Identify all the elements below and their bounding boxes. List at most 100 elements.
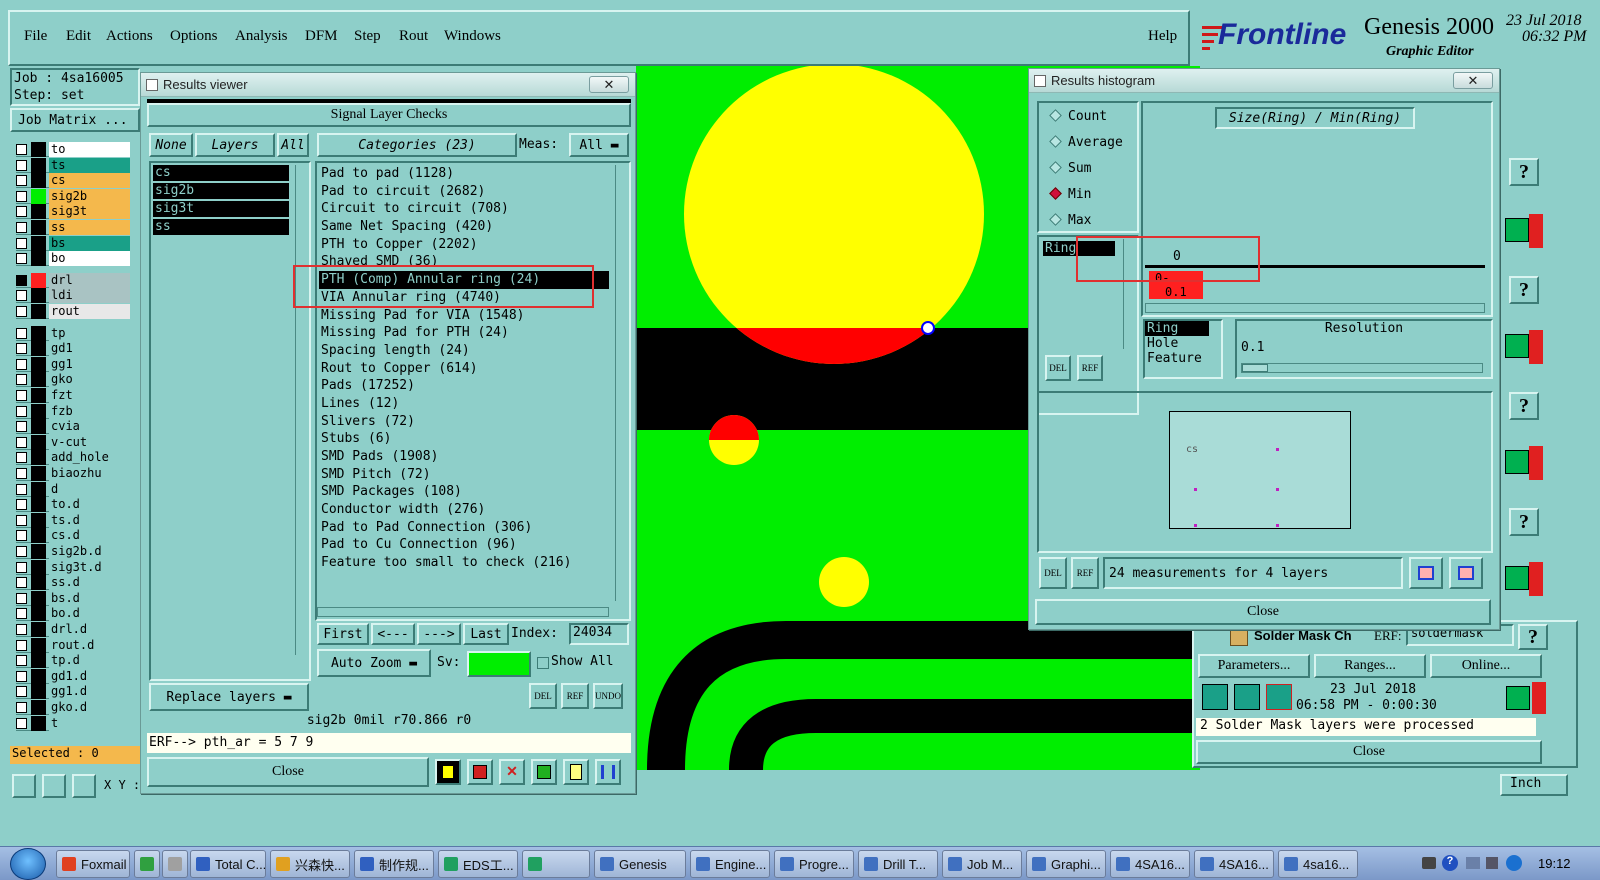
menu-file[interactable]: File	[24, 28, 47, 45]
result-layer-item[interactable]: sig3t	[153, 201, 289, 217]
layer-row-add_hole[interactable]: add_hole	[16, 450, 130, 466]
category-item[interactable]: Lines (12)	[319, 395, 609, 413]
next-button[interactable]: --->	[417, 623, 461, 645]
category-item[interactable]: Rout to Copper (614)	[319, 360, 609, 378]
layer-list-scrollbar[interactable]	[295, 165, 307, 655]
zoom-icon-1[interactable]	[1505, 218, 1529, 242]
layer-checkbox[interactable]	[16, 237, 27, 249]
category-item[interactable]: Missing Pad for PTH (24)	[319, 324, 609, 342]
layer-row-v-cut[interactable]: v-cut	[16, 434, 130, 450]
result-layer-item[interactable]: cs	[153, 165, 289, 181]
menu-step[interactable]: Step	[354, 28, 381, 45]
taskbar-item[interactable]: Graphi...	[1026, 850, 1106, 878]
layer-checkbox[interactable]	[16, 624, 27, 635]
taskbar-item[interactable]: Foxmail	[56, 850, 130, 878]
layer-row-ts.d[interactable]: ts.d	[16, 512, 130, 528]
taskbar-item[interactable]: 4sa16...	[1278, 850, 1358, 878]
solder-help-button[interactable]: ?	[1518, 624, 1548, 650]
taskbar-item[interactable]	[134, 850, 160, 878]
category-item[interactable]: Spacing length (24)	[319, 342, 609, 360]
menu-edit[interactable]: Edit	[66, 28, 91, 45]
show-all-checkbox[interactable]	[537, 657, 549, 669]
layer-checkbox[interactable]	[16, 390, 27, 401]
run-icon-1[interactable]	[1202, 684, 1228, 710]
menu-options[interactable]: Options	[170, 28, 218, 45]
measure-tool-icon[interactable]	[12, 774, 36, 798]
category-item[interactable]: Missing Pad for VIA (1548)	[319, 307, 609, 325]
categories-button[interactable]: Categories (23)	[317, 133, 517, 157]
layer-checkbox[interactable]	[16, 405, 27, 417]
solder-zoom-icon[interactable]	[1506, 686, 1530, 710]
tray-help-icon[interactable]: ?	[1442, 855, 1458, 871]
layer-row-sig3t.d[interactable]: sig3t.d	[16, 559, 130, 575]
layer-checkbox[interactable]	[16, 190, 27, 202]
help-query-button-2[interactable]: ?	[1509, 276, 1539, 304]
layer-row-bs.d[interactable]: bs.d	[16, 590, 130, 606]
help-query-button-4[interactable]: ?	[1509, 508, 1539, 536]
layer-checkbox[interactable]	[16, 421, 27, 433]
taskbar-item[interactable]: 4SA16...	[1194, 850, 1274, 878]
layer-checkbox[interactable]	[16, 702, 27, 713]
category-hscroll[interactable]	[317, 607, 609, 617]
replace-layers-button[interactable]: Replace layers ▬	[149, 683, 309, 711]
category-item[interactable]: SMD Pitch (72)	[319, 466, 609, 484]
result-layer-item[interactable]: ss	[153, 219, 289, 235]
viewer-close-button[interactable]: Close	[147, 757, 429, 787]
solder-close-button[interactable]: Close	[1196, 740, 1542, 764]
taskbar-item[interactable]: Job M...	[942, 850, 1022, 878]
chart-hscroll[interactable]	[1145, 303, 1485, 313]
category-item[interactable]: PTH to Copper (2202)	[319, 236, 609, 254]
taskbar-item[interactable]: 4SA16...	[1110, 850, 1190, 878]
layer-checkbox[interactable]	[16, 358, 27, 370]
hist-ref-button[interactable]: REF	[1071, 557, 1099, 589]
layer-checkbox[interactable]	[16, 468, 27, 479]
layer-checkbox[interactable]	[16, 686, 27, 698]
layer-checkbox[interactable]	[16, 222, 27, 233]
category-item[interactable]: Feature too small to check (216)	[319, 554, 609, 572]
layer-row-sig3t[interactable]: sig3t	[16, 204, 130, 220]
category-item[interactable]: SMD Pads (1908)	[319, 448, 609, 466]
layer-row-t[interactable]: t	[16, 715, 130, 731]
job-matrix-button[interactable]: Job Matrix ...	[10, 108, 140, 132]
grid-tool-icon[interactable]	[72, 774, 96, 798]
angle-tool-icon[interactable]	[42, 774, 66, 798]
menu-help[interactable]: Help	[1148, 28, 1177, 45]
layer-checkbox[interactable]	[16, 206, 27, 218]
mode-radio-sum[interactable]: Sum	[1049, 161, 1091, 176]
layer-row-bo[interactable]: bo	[16, 251, 130, 267]
zoom-icon-4[interactable]	[1505, 566, 1529, 590]
category-item[interactable]: Slivers (72)	[319, 413, 609, 431]
del-icon[interactable]: DEL	[529, 683, 557, 709]
layer-checkbox[interactable]	[16, 306, 27, 317]
layer-row-fzb[interactable]: fzb	[16, 403, 130, 419]
taskbar-item[interactable]	[522, 850, 590, 878]
layer-checkbox[interactable]	[16, 452, 27, 464]
taskbar-item[interactable]	[162, 850, 188, 878]
help-query-button-1[interactable]: ?	[1509, 158, 1539, 186]
menu-dfm[interactable]: DFM	[305, 28, 338, 45]
mode-radio-max[interactable]: Max	[1049, 213, 1091, 228]
layer-checkbox[interactable]	[16, 717, 27, 729]
preview-board[interactable]: cs	[1169, 411, 1351, 529]
category-list-scrollbar[interactable]	[615, 165, 627, 601]
layer-checkbox[interactable]	[16, 561, 27, 573]
layer-row-rout.d[interactable]: rout.d	[16, 637, 130, 653]
help-query-button-3[interactable]: ?	[1509, 392, 1539, 420]
histogram-titlebar[interactable]: Results histogram ✕	[1029, 69, 1499, 93]
category-item[interactable]: Stubs (6)	[319, 430, 609, 448]
taskbar-item[interactable]: Progre...	[774, 850, 854, 878]
category-item[interactable]: Circuit to circuit (708)	[319, 200, 609, 218]
hist-ref-icon[interactable]: REF	[1077, 355, 1103, 381]
clear-icon[interactable]: ✕	[499, 759, 525, 785]
layer-row-gd1[interactable]: gd1	[16, 341, 130, 357]
taskbar-item[interactable]: EDS工...	[438, 850, 518, 878]
parameters-button[interactable]: Parameters...	[1198, 654, 1310, 678]
report-icon[interactable]	[563, 759, 589, 785]
taskbar-item[interactable]: Drill T...	[858, 850, 938, 878]
ref-icon[interactable]: REF	[561, 683, 589, 709]
layer-row-tp.d[interactable]: tp.d	[16, 653, 130, 669]
auto-zoom-select[interactable]: Auto Zoom ▬	[317, 649, 431, 677]
taskbar-item[interactable]: Genesis	[594, 850, 686, 878]
sv-color-select[interactable]	[467, 651, 531, 677]
layer-checkbox[interactable]	[16, 655, 27, 667]
